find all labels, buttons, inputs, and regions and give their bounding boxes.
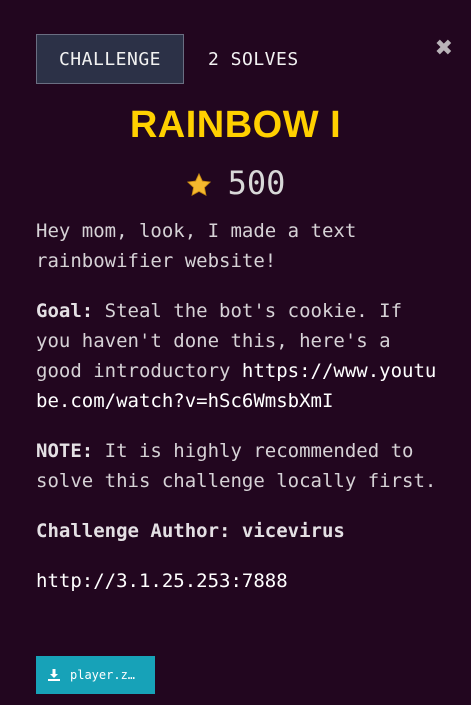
note-text: It is highly recommended to solve this c… [36, 440, 437, 492]
tab-challenge[interactable]: CHALLENGE [36, 34, 184, 84]
goal-label: Goal: [36, 300, 94, 322]
star-icon [186, 172, 211, 197]
challenge-description: Hey mom, look, I made a text rainbowifie… [36, 216, 446, 596]
author-label: Challenge Author: [36, 520, 242, 542]
points-value: 500 [227, 164, 286, 202]
challenge-title: RAINBOW I [129, 104, 342, 146]
goal-paragraph: Goal: Steal the bot's cookie. If you hav… [36, 296, 446, 416]
close-icon[interactable]: ✖ [435, 38, 453, 60]
modal-tabs: CHALLENGE 2 SOLVES [36, 34, 299, 84]
author-name: vicevirus [241, 520, 345, 542]
download-file-label: player.z… [70, 668, 136, 682]
download-icon [48, 669, 60, 681]
challenge-points: 500 [0, 164, 471, 202]
tab-solves[interactable]: 2 SOLVES [208, 49, 299, 70]
note-paragraph: NOTE: It is highly recommended to solve … [36, 436, 446, 496]
challenge-url[interactable]: http://3.1.25.253:7888 [36, 566, 446, 596]
description-intro: Hey mom, look, I made a text rainbowifie… [36, 220, 357, 272]
author-line: Challenge Author: vicevirus [36, 516, 446, 546]
note-label: NOTE: [36, 440, 94, 462]
download-file-button[interactable]: player.z… [36, 656, 155, 694]
challenge-modal: CHALLENGE 2 SOLVES ✖ RAINBOW I 500 Hey m… [0, 0, 471, 705]
